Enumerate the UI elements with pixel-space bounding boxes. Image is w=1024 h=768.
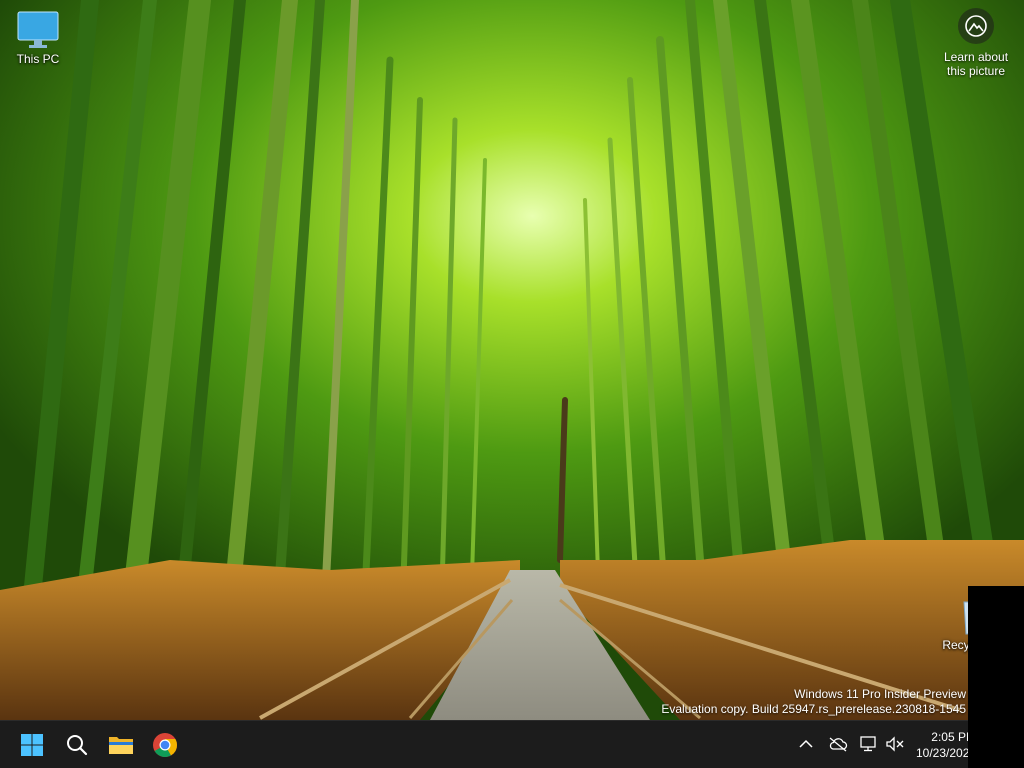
camera-circle-icon [958,8,994,44]
show-hidden-icons-button[interactable] [795,733,817,755]
screen-occlusion-bar [968,586,1024,768]
clock[interactable]: 2:05 PM 10/23/2023 [916,729,976,761]
learn-about-line2: this picture [946,64,1006,78]
search-icon [67,735,88,756]
clock-time: 2:05 PM [931,730,976,744]
start-button[interactable] [14,727,50,763]
cloud-off-icon [829,737,848,752]
network-icon [860,736,876,752]
volume-button[interactable] [884,733,906,755]
learn-about-line1: Learn about [943,50,1009,64]
learn-about-picture-button[interactable]: Learn about this picture [936,8,1016,78]
bamboo-forest-image [0,0,1024,720]
chrome-button[interactable] [147,727,183,763]
desktop-icon-label: This PC [16,52,60,66]
watermark-build: Evaluation copy. Build 25947.rs_prerelea… [661,702,966,716]
onedrive-button[interactable] [827,733,849,755]
folder-icon [109,737,133,754]
watermark-edition: Windows 11 Pro Insider Preview [794,687,966,701]
file-explorer-button[interactable] [103,727,139,763]
chevron-up-icon [799,739,813,748]
network-button[interactable] [858,733,880,755]
speaker-muted-icon [886,736,904,752]
taskbar: 2:05 PM 10/23/2023 [0,720,1024,768]
search-button[interactable] [59,727,95,763]
desktop-wallpaper [0,0,1024,720]
windows-start-icon [21,734,43,756]
desktop-icon-this-pc[interactable]: This PC [6,10,70,66]
clock-date: 10/23/2023 [916,746,977,760]
monitor-icon [16,10,60,50]
chrome-icon [153,733,177,758]
